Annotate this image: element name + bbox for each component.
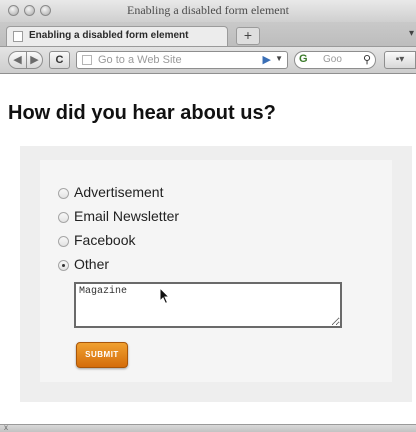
submit-button[interactable]: SUBMIT [76, 342, 128, 368]
search-placeholder: Goo [323, 54, 342, 65]
browser-window: Enabling a disabled form element Enablin… [0, 0, 416, 432]
window-title: Enabling a disabled form element [127, 3, 289, 17]
back-button[interactable]: ◀ [8, 51, 27, 69]
option-label: Advertisement [74, 184, 164, 200]
navigation-toolbar: ◀ ▶ C Go to a Web Site ▶ ▼ G Goo ⚲ ▪▾ [0, 47, 416, 74]
site-identity-icon [82, 55, 92, 65]
forward-arrow-icon: ▶ [30, 54, 39, 66]
radio-advertisement[interactable] [58, 188, 69, 199]
search-icon[interactable]: ⚲ [363, 53, 371, 66]
page-content: How did you hear about us? Advertisement… [0, 74, 416, 424]
address-bar[interactable]: Go to a Web Site ▶ ▼ [76, 51, 288, 69]
option-label: Other [74, 256, 110, 272]
page-icon [13, 31, 23, 42]
puzzle-icon: ▪▾ [395, 54, 405, 65]
addon-button[interactable]: ▪▾ [384, 51, 416, 69]
search-box[interactable]: G Goo ⚲ [294, 51, 376, 69]
page-title: How did you hear about us? [8, 102, 276, 124]
radio-facebook[interactable] [58, 236, 69, 247]
tab-active[interactable]: Enabling a disabled form element [6, 26, 228, 46]
reload-button[interactable]: C [49, 51, 70, 69]
forward-button[interactable]: ▶ [26, 51, 43, 69]
radio-other[interactable] [58, 260, 69, 271]
back-arrow-icon: ◀ [13, 54, 22, 66]
option-label: Facebook [74, 232, 136, 248]
reload-icon: C [55, 54, 64, 66]
new-tab-button[interactable]: + [236, 27, 260, 45]
mouse-pointer-icon [159, 286, 171, 305]
title-bar: Enabling a disabled form element [0, 0, 416, 23]
tab-label: Enabling a disabled form element [29, 30, 189, 41]
go-arrow-icon[interactable]: ▶ [263, 53, 271, 66]
other-text-field[interactable] [74, 282, 342, 328]
tab-bar: Enabling a disabled form element + ▾ [0, 22, 416, 47]
history-dropdown-icon[interactable]: ▼ [275, 54, 283, 63]
status-bar: x [0, 423, 416, 432]
search-engine-icon[interactable]: G [299, 53, 308, 65]
option-label: Email Newsletter [74, 208, 180, 224]
close-icon[interactable]: x [4, 423, 8, 432]
address-placeholder: Go to a Web Site [98, 54, 182, 66]
tab-list-icon[interactable]: ▾ [409, 28, 414, 39]
radio-email-newsletter[interactable] [58, 212, 69, 223]
